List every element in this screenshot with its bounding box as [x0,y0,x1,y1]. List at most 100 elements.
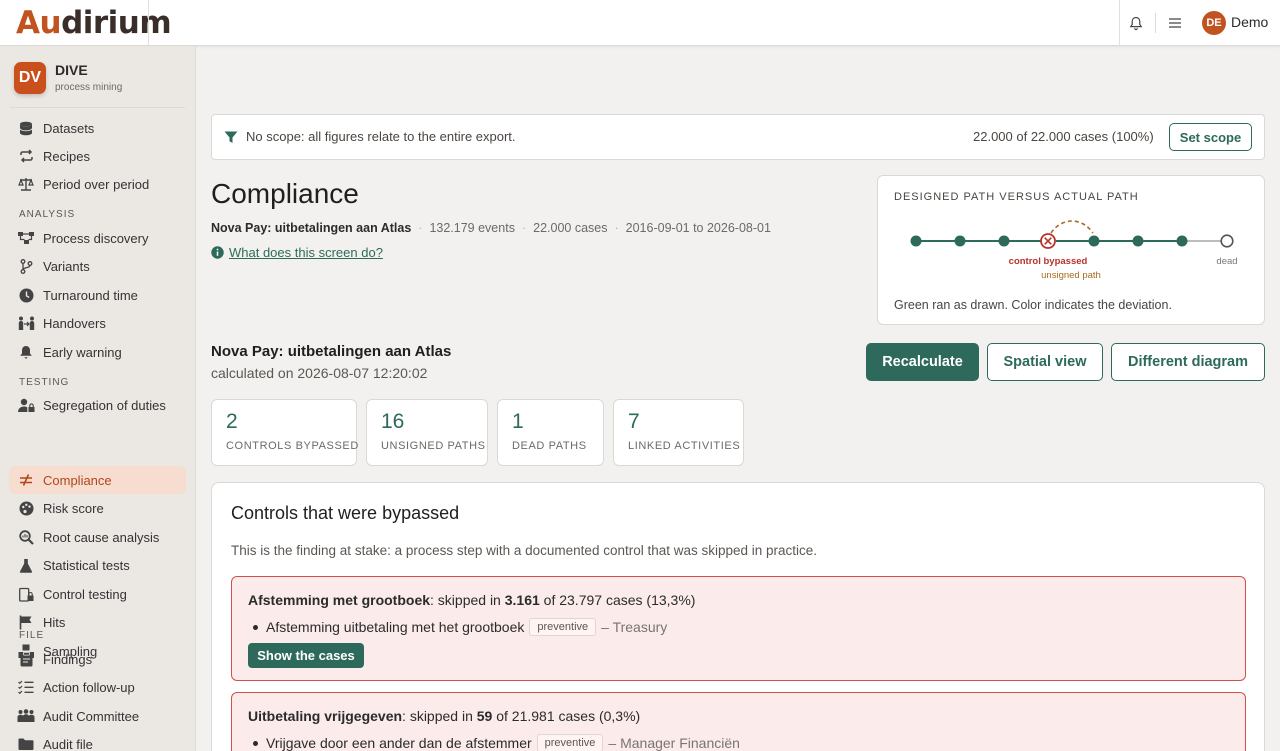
sidebar-item-control-testing[interactable]: Control testing [9,580,186,608]
calculation-title: Nova Pay: uitbetalingen aan Atlas [211,343,452,360]
sidebar-item-audit-committee[interactable]: Audit Committee [9,702,186,730]
help-link[interactable]: What does this screen do? [211,245,383,260]
palette-icon [17,499,35,517]
sidebar-item-process-discovery[interactable]: Process discovery [9,224,186,252]
sidebar-item-action-follow-up[interactable]: Action follow-up [9,673,186,701]
database-icon [17,119,35,137]
finding-card: Uitbetaling vrijgegeven: skipped in 59 o… [231,692,1246,751]
sidebar-item-segregation-of-duties[interactable]: Segregation of duties [9,391,186,419]
stat-value: 7 [628,410,640,433]
workspace-badge[interactable]: DV [14,62,46,94]
stat-value: 2 [226,410,238,433]
path-node [1088,235,1100,247]
people-icon [17,707,35,725]
stat-card-linked-activities: 7 LINKED ACTIVITIES [613,399,744,466]
control-type-tag: preventive [529,618,597,636]
flask-icon [17,556,35,574]
stat-value: 16 [381,410,405,433]
divider [148,0,149,46]
control-type-tag: preventive [536,734,604,751]
label-unsigned: unsigned path [1041,270,1101,281]
flag-icon [17,613,35,631]
bell-icon [17,343,35,361]
info-icon [211,246,224,259]
finding-heading: Afstemming met grootboek: skipped in 3.1… [248,592,696,608]
spatial-view-button[interactable]: Spatial view [987,343,1103,381]
sidebar-item-period-over-period[interactable]: Period over period [9,170,186,198]
page-title: Compliance [211,178,359,209]
clipboard-icon [17,650,35,668]
clipboard-lock-icon [17,585,35,603]
user-lock-icon [17,396,35,414]
sidebar-item-statistical-tests[interactable]: Statistical tests [9,551,186,579]
recalculate-button[interactable]: Recalculate [866,343,979,381]
user-avatar[interactable]: DE [1202,11,1226,35]
show-cases-button[interactable]: Show the cases [248,643,364,668]
sidebar-item-findings[interactable]: Findings [9,645,186,673]
panel-subtitle: This is the finding at stake: a process … [231,543,818,558]
control-owner: – Treasury [601,619,668,635]
sidebar-item-audit-file[interactable]: Audit file [9,730,186,751]
user-name[interactable]: Demo [1231,14,1268,30]
sidebar-item-handovers[interactable]: Handovers [9,309,186,337]
scale-icon [17,175,35,193]
scope-text: No scope: all figures relate to the enti… [246,129,516,144]
sidebar-item-risk-score[interactable]: Risk score [9,494,186,522]
path-diagram-card: DESIGNED PATH VERSUS ACTUAL PATH control… [877,175,1265,325]
checklist-icon [17,678,35,696]
separator-dot: · [614,221,619,235]
menu-icon[interactable] [1165,13,1185,33]
dataset-name: Nova Pay: uitbetalingen aan Atlas [211,221,412,235]
unsigned-path-arc [1050,220,1094,234]
sidebar-item-root-cause-analysis[interactable]: Root cause analysis [9,523,186,551]
panel-title: Controls that were bypassed [231,503,460,523]
scope-count: 22.000 of 22.000 cases (100%) [973,129,1154,144]
bullet [253,740,258,746]
dead-node [1220,234,1234,248]
control-item: Vrijgave door een ander dan de afstemmer… [248,734,740,751]
sidebar-item-datasets[interactable]: Datasets [9,114,186,142]
filter-icon [224,131,238,143]
event-count: 132.179 events [429,221,515,235]
stat-label: CONTROLS BYPASSED [226,440,359,452]
period-range: 2016-09-01 to 2026-08-01 [625,221,771,235]
sidebar-item-early-warning[interactable]: Early warning [9,338,186,366]
calculation-timestamp: calculated on 2026-08-07 12:20:02 [211,365,428,381]
nav-section-file: FILE [19,630,45,641]
top-bar: Audirium DE Demo [0,0,1280,46]
branch-icon [17,257,35,275]
control-name: Vrijgave door een ander dan de afstemmer [266,735,532,751]
separator-dot: · [521,221,527,235]
sidebar-item-variants[interactable]: Variants [9,252,186,280]
stat-label: DEAD PATHS [512,440,587,452]
magnifier-icon [17,528,35,546]
divider [1155,13,1156,33]
workspace-subtitle: process mining [55,82,123,93]
control-owner: – Manager Financiën [608,735,740,751]
stat-card-unsigned-paths: 16 UNSIGNED PATHS [366,399,488,466]
path-node [1132,235,1144,247]
set-scope-button[interactable]: Set scope [1169,123,1252,151]
bullet [253,624,258,630]
notification-bell-icon[interactable] [1126,13,1146,33]
finding-heading: Uitbetaling vrijgegeven: skipped in 59 o… [248,708,641,724]
control-name: Afstemming uitbetaling met het grootboek [266,619,525,635]
dataset-meta: Nova Pay: uitbetalingen aan Atlas · 132.… [211,221,771,235]
process-icon [17,229,35,247]
bypassed-controls-panel: Controls that were bypassed This is the … [211,482,1265,751]
different-diagram-button[interactable]: Different diagram [1111,343,1265,381]
stat-card-controls-bypassed: 2 CONTROLS BYPASSED [211,399,359,466]
divider [10,107,185,108]
case-count: 22.000 cases [533,221,608,235]
nav-section-testing: TESTING [19,377,70,388]
finding-card: Afstemming met grootboek: skipped in 3.1… [231,576,1246,681]
sidebar-item-turnaround-time[interactable]: Turnaround time [9,281,186,309]
repeat-icon [17,147,35,165]
control-item: Afstemming uitbetaling met het grootboek… [248,618,667,636]
path-node [954,235,966,247]
workspace-name[interactable]: DIVE [55,62,88,78]
path-node [1176,235,1188,247]
scope-bar: No scope: all figures relate to the enti… [211,114,1265,160]
sidebar-item-recipes[interactable]: Recipes [9,142,186,170]
sidebar-item-compliance[interactable]: Compliance [9,466,186,494]
